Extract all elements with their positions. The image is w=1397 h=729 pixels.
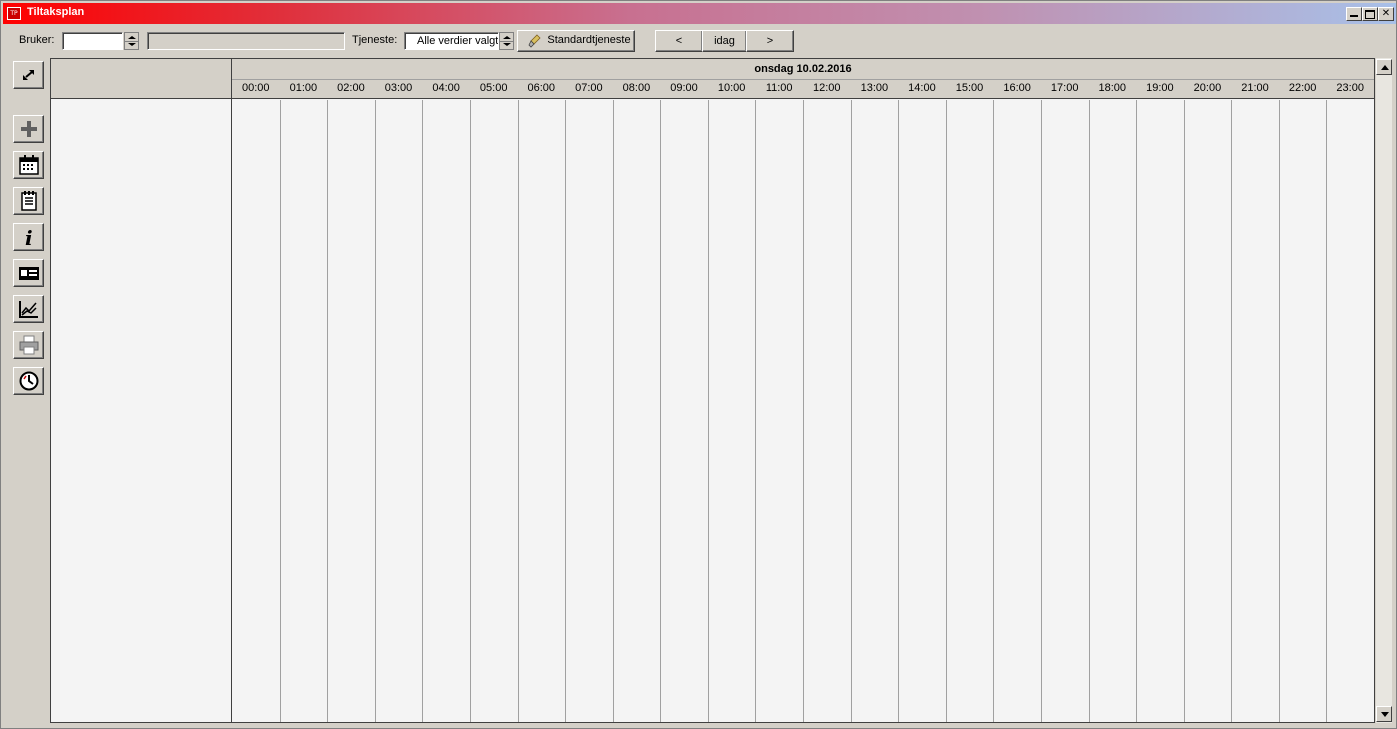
app-icon[interactable]: TP bbox=[7, 7, 21, 20]
hour-divider bbox=[1088, 100, 1090, 722]
hour-divider bbox=[279, 100, 281, 722]
maximize-button[interactable] bbox=[1362, 7, 1378, 21]
hour-label: 22:00 bbox=[1288, 82, 1317, 94]
hour-label: 16:00 bbox=[1003, 82, 1031, 94]
notes-button[interactable] bbox=[13, 187, 44, 215]
hour-divider bbox=[1278, 100, 1280, 722]
hour-label: 02:00 bbox=[337, 82, 365, 94]
hour-label: 07:00 bbox=[575, 82, 603, 94]
hour-divider bbox=[803, 100, 804, 722]
expand-icon bbox=[23, 70, 34, 80]
expand-button[interactable] bbox=[13, 61, 44, 89]
hour-label: 10:00 bbox=[717, 82, 746, 94]
hour-divider bbox=[993, 100, 995, 722]
clock-button[interactable] bbox=[13, 367, 44, 395]
hour-label: 04:00 bbox=[432, 82, 460, 94]
hour-label: 20:00 bbox=[1193, 82, 1222, 94]
hour-divider bbox=[517, 100, 519, 722]
hour-label: 18:00 bbox=[1098, 82, 1127, 94]
timeline-header: onsdag 10.02.2016 00:00 01:00 02:00 03:00 04… bbox=[232, 59, 1374, 99]
hour-label: 23:00 bbox=[1336, 82, 1364, 94]
svg-text:i: i bbox=[25, 227, 33, 247]
info-icon: i bbox=[25, 227, 33, 247]
schedule-grid[interactable]: onsdag 10.02.2016 00:00 01:00 02:00 03:00 04… bbox=[50, 58, 1375, 723]
scroll-up-button[interactable] bbox=[1376, 59, 1392, 75]
minimize-button[interactable] bbox=[1346, 7, 1362, 21]
hour-label: 09:00 bbox=[670, 82, 698, 94]
hour-divider bbox=[1136, 100, 1138, 722]
hour-label: 17:00 bbox=[1050, 82, 1079, 94]
hour-divider bbox=[945, 100, 947, 722]
title-bar: TP Tiltaksplan ✕ bbox=[3, 3, 1396, 24]
hour-label: 05:00 bbox=[479, 82, 508, 94]
print-icon bbox=[19, 335, 39, 355]
hour-divider bbox=[1231, 100, 1233, 722]
hour-divider bbox=[612, 100, 614, 722]
prev-day-button[interactable]: < bbox=[655, 30, 703, 52]
notepad-icon bbox=[21, 191, 37, 211]
standardtjeneste-label: Standardtjeneste bbox=[547, 34, 631, 46]
date-label: onsdag 10.02.2016 bbox=[754, 63, 852, 75]
resource-header bbox=[51, 59, 231, 99]
calendar-icon bbox=[19, 155, 39, 175]
hour-label: 21:00 bbox=[1241, 82, 1269, 94]
hour-divider bbox=[707, 100, 709, 722]
card-icon bbox=[19, 267, 39, 280]
clock-icon bbox=[19, 371, 39, 391]
hour-divider bbox=[422, 100, 424, 722]
vertical-scrollbar[interactable] bbox=[1376, 58, 1392, 723]
hour-label: 06:00 bbox=[527, 82, 556, 94]
bruker-name-field bbox=[147, 32, 345, 50]
bruker-input[interactable] bbox=[62, 32, 123, 50]
close-button[interactable]: ✕ bbox=[1378, 7, 1394, 21]
tjeneste-input[interactable]: Alle verdier valgt bbox=[404, 32, 499, 50]
hour-divider bbox=[1040, 100, 1042, 722]
hour-divider bbox=[755, 100, 757, 722]
info-button[interactable]: i bbox=[13, 223, 44, 251]
tjeneste-spinner[interactable] bbox=[499, 32, 514, 50]
hour-divider bbox=[1183, 100, 1185, 722]
add-icon bbox=[21, 121, 37, 137]
main-window: TP Tiltaksplan ✕ Bruker: Tjeneste: Alle … bbox=[0, 0, 1397, 729]
hour-divider bbox=[1326, 100, 1328, 722]
today-button[interactable]: idag bbox=[702, 30, 747, 52]
hour-divider bbox=[660, 100, 662, 722]
hour-divider bbox=[374, 100, 376, 722]
chart-icon bbox=[19, 301, 38, 318]
card-button[interactable] bbox=[13, 259, 44, 287]
hour-label: 03:00 bbox=[384, 82, 413, 94]
brush-icon bbox=[528, 34, 541, 48]
standardtjeneste-button[interactable]: Standardtjeneste bbox=[517, 30, 635, 52]
bruker-label: Bruker: bbox=[19, 34, 55, 46]
hour-label: 19:00 bbox=[1146, 82, 1174, 94]
add-button[interactable] bbox=[13, 115, 44, 143]
chart-button[interactable] bbox=[13, 295, 44, 323]
hour-label: 14:00 bbox=[908, 82, 936, 94]
print-button[interactable] bbox=[13, 331, 44, 359]
window-title: Tiltaksplan bbox=[27, 6, 85, 18]
hour-divider bbox=[565, 100, 567, 722]
hour-label: 15:00 bbox=[955, 82, 984, 94]
header-divider bbox=[232, 79, 1374, 80]
hour-divider bbox=[850, 100, 852, 722]
hour-label: 08:00 bbox=[622, 82, 651, 94]
scroll-down-button[interactable] bbox=[1376, 706, 1392, 722]
hour-label: 11:00 bbox=[765, 82, 793, 94]
next-day-button[interactable]: > bbox=[746, 30, 794, 52]
resource-column bbox=[51, 59, 232, 722]
hour-label: 00:00 bbox=[242, 82, 270, 94]
calendar-button[interactable] bbox=[13, 151, 44, 179]
tjeneste-label: Tjeneste: bbox=[352, 34, 398, 46]
hour-label: 13:00 bbox=[860, 82, 889, 94]
bruker-spinner[interactable] bbox=[124, 32, 139, 50]
hour-divider bbox=[469, 100, 471, 722]
hour-divider bbox=[898, 100, 900, 722]
hour-label: 01:00 bbox=[289, 82, 318, 94]
hour-divider bbox=[327, 100, 329, 722]
hour-label: 12:00 bbox=[813, 82, 841, 94]
